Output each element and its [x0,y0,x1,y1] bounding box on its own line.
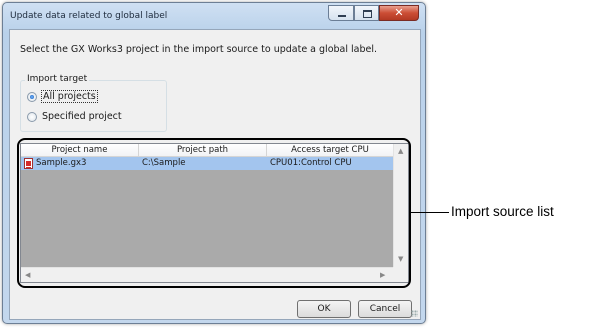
close-icon: ✕ [394,6,404,19]
title-bar[interactable]: Update data related to global label ✕ [3,3,425,29]
radio-specified-project[interactable]: Specified project [27,111,122,122]
callout-label: Import source list [451,204,554,219]
dialog-title: Update data related to global label [10,11,168,21]
cancel-button[interactable]: Cancel [358,300,412,318]
import-target-legend: Import target [25,74,90,84]
caption-buttons: ✕ [328,5,419,22]
close-button[interactable]: ✕ [379,5,419,21]
resize-grip-icon[interactable] [411,310,418,317]
callout-leader-line [411,212,449,213]
minimize-button[interactable] [328,5,354,21]
maximize-button[interactable] [354,5,379,21]
radio-button-unchecked[interactable] [27,111,37,122]
import-source-list-highlight [17,138,411,288]
radio-specified-project-label[interactable]: Specified project [42,111,122,122]
instruction-text: Select the GX Works3 project in the impo… [20,44,378,55]
import-target-group: Import target All projects Specified pro… [20,74,167,132]
radio-all-projects[interactable]: All projects [27,90,98,103]
radio-button-checked[interactable] [27,91,37,102]
radio-all-projects-label[interactable]: All projects [41,90,98,103]
ok-button[interactable]: OK [297,300,351,318]
